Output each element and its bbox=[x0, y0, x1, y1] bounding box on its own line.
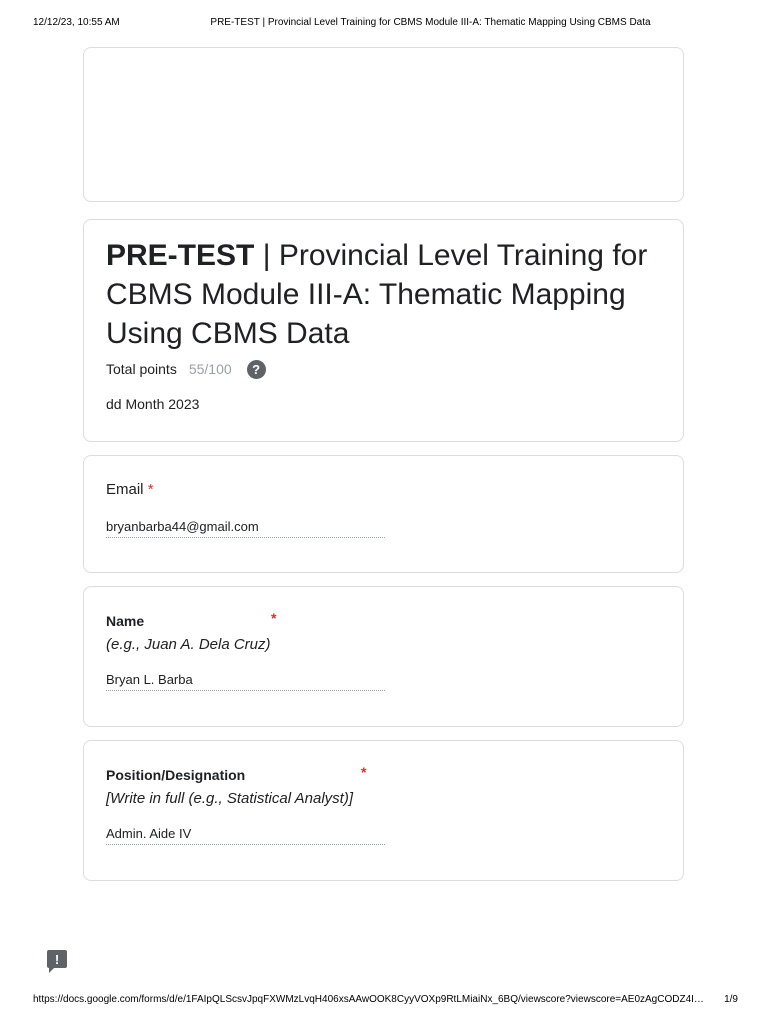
print-url: https://docs.google.com/forms/d/e/1FAIpQ… bbox=[33, 994, 704, 1005]
name-description: (e.g., Juan A. Dela Cruz) bbox=[106, 636, 271, 653]
total-points-label: Total points bbox=[106, 361, 177, 377]
report-feedback-icon[interactable]: ! bbox=[47, 950, 67, 973]
total-points-row: Total points 55/100 ? bbox=[106, 359, 661, 379]
name-label-text: Name bbox=[106, 613, 145, 629]
required-asterisk: * bbox=[361, 764, 367, 780]
print-header: 12/12/23, 10:55 AM PRE-TEST | Provincial… bbox=[33, 17, 738, 31]
page-number: 1/9 bbox=[724, 994, 738, 1005]
name-answer: Bryan L. Barba bbox=[106, 671, 385, 691]
email-label-text: Email bbox=[106, 481, 144, 498]
help-circle-icon[interactable]: ? bbox=[246, 359, 266, 379]
print-document-title: PRE-TEST | Provincial Level Training for… bbox=[210, 17, 651, 28]
email-answer: bryanbarba44@gmail.com bbox=[106, 518, 385, 538]
position-label: Position/Designation * bbox=[106, 764, 661, 785]
position-label-text: Position/Designation bbox=[106, 767, 246, 783]
form-title: PRE-TEST | Provincial Level Training for… bbox=[106, 236, 661, 353]
print-footer: https://docs.google.com/forms/d/e/1FAIpQ… bbox=[33, 994, 738, 1008]
score-value: 55/100 bbox=[188, 361, 232, 377]
required-asterisk: * bbox=[147, 481, 154, 498]
question-email: Email * bryanbarba44@gmail.com bbox=[83, 455, 684, 573]
position-answer: Admin. Aide IV bbox=[106, 825, 385, 845]
position-description: [Write in full (e.g., Statistical Analys… bbox=[106, 790, 354, 807]
form-title-bold: PRE-TEST bbox=[106, 239, 255, 272]
question-position: Position/Designation * [Write in full (e.… bbox=[83, 740, 684, 881]
form-header-banner bbox=[83, 47, 684, 202]
email-label: Email * bbox=[106, 480, 661, 500]
required-asterisk: * bbox=[271, 610, 277, 626]
form-title-card: PRE-TEST | Provincial Level Training for… bbox=[83, 219, 684, 442]
name-label: Name * bbox=[106, 610, 661, 631]
form-date: dd Month 2023 bbox=[106, 396, 200, 412]
question-name: Name * (e.g., Juan A. Dela Cruz) Bryan L.… bbox=[83, 586, 684, 727]
